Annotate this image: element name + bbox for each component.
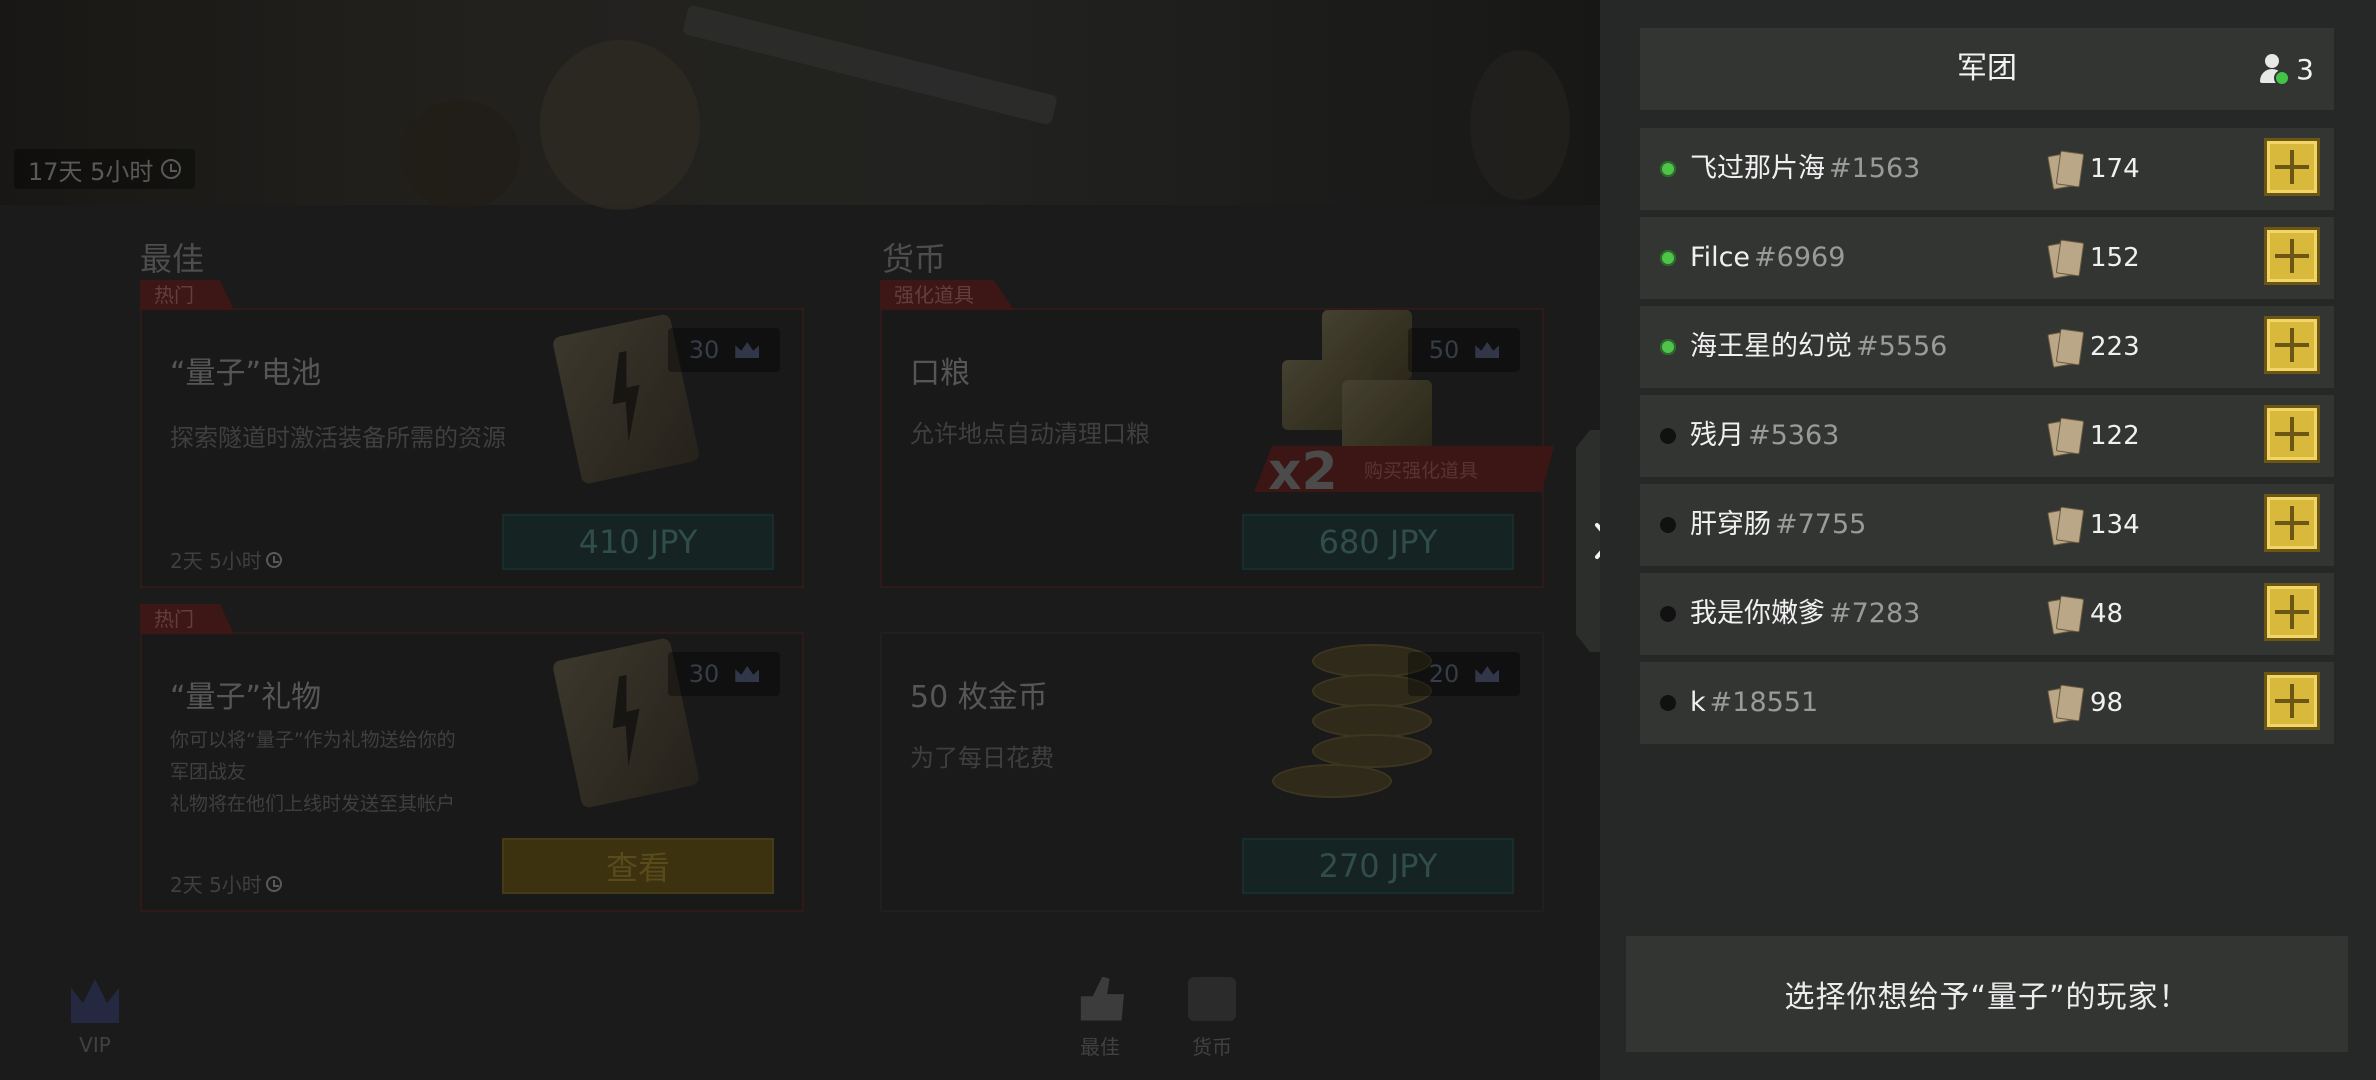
person-icon bbox=[2260, 54, 2291, 86]
player-row[interactable]: 残月 #5363 122 bbox=[1640, 395, 2334, 477]
player-name: 海王星的幻觉 #5556 bbox=[1690, 306, 1947, 388]
player-score: 174 bbox=[2090, 154, 2140, 184]
player-tag: #1563 bbox=[1829, 153, 1921, 184]
document-icon bbox=[2047, 506, 2085, 546]
player-row[interactable]: 肝穿肠 #7755 134 bbox=[1640, 484, 2334, 566]
document-icon bbox=[2047, 328, 2085, 368]
player-name: k #18551 bbox=[1690, 662, 1818, 744]
add-player-button[interactable] bbox=[2264, 583, 2320, 641]
add-player-button[interactable] bbox=[2264, 672, 2320, 730]
online-status-icon bbox=[1660, 339, 1676, 355]
player-name: 残月 #5363 bbox=[1690, 395, 1839, 477]
dim-overlay[interactable] bbox=[0, 0, 1600, 1080]
shop-background: 17天 5小时 最佳 货币 热门 “量子”电池 探索隧道时激活装备所需的资源 3… bbox=[0, 0, 1600, 1080]
legion-panel: 军团 3 飞过那片海 #1563 174 Filce #6969 152 海王星的幻觉 #55… bbox=[1600, 0, 2376, 1080]
player-row[interactable]: 飞过那片海 #1563 174 bbox=[1640, 128, 2334, 210]
player-tag: #18551 bbox=[1709, 687, 1819, 718]
online-status-icon bbox=[1660, 161, 1676, 177]
document-icon bbox=[2047, 595, 2085, 635]
player-name: Filce #6969 bbox=[1690, 217, 1845, 299]
add-player-button[interactable] bbox=[2264, 227, 2320, 285]
player-tag: #5363 bbox=[1748, 420, 1840, 451]
instruction-hint: 选择你想给予“量子”的玩家！ bbox=[1626, 936, 2348, 1052]
online-member-count: 3 bbox=[2260, 28, 2314, 110]
player-score: 152 bbox=[2090, 243, 2140, 273]
online-status-icon bbox=[1660, 250, 1676, 266]
player-row[interactable]: k #18551 98 bbox=[1640, 662, 2334, 744]
player-name: 肝穿肠 #7755 bbox=[1690, 484, 1866, 566]
player-row[interactable]: Filce #6969 152 bbox=[1640, 217, 2334, 299]
document-icon bbox=[2047, 239, 2085, 279]
player-name-text: Filce bbox=[1690, 242, 1751, 273]
player-score: 98 bbox=[2090, 688, 2124, 718]
document-icon bbox=[2047, 684, 2085, 724]
player-name-text: k bbox=[1690, 687, 1706, 718]
player-row[interactable]: 我是你嫩爹 #7283 48 bbox=[1640, 573, 2334, 655]
player-name-text: 飞过那片海 bbox=[1690, 153, 1825, 184]
player-name-text: 肝穿肠 bbox=[1690, 509, 1771, 540]
document-icon bbox=[2047, 417, 2085, 457]
add-player-button[interactable] bbox=[2264, 494, 2320, 552]
player-score: 122 bbox=[2090, 421, 2140, 451]
player-name: 飞过那片海 #1563 bbox=[1690, 128, 1920, 210]
player-name-text: 残月 bbox=[1690, 420, 1744, 451]
player-score: 223 bbox=[2090, 332, 2140, 362]
add-player-button[interactable] bbox=[2264, 316, 2320, 374]
add-player-button[interactable] bbox=[2264, 405, 2320, 463]
player-tag: #7755 bbox=[1775, 509, 1867, 540]
player-name: 我是你嫩爹 #7283 bbox=[1690, 573, 1920, 655]
player-tag: #7283 bbox=[1829, 598, 1921, 629]
offline-status-icon bbox=[1660, 428, 1676, 444]
add-player-button[interactable] bbox=[2264, 138, 2320, 196]
online-member-count-value: 3 bbox=[2296, 52, 2314, 86]
panel-title: 军团 bbox=[1957, 51, 2017, 86]
player-list: 飞过那片海 #1563 174 Filce #6969 152 海王星的幻觉 #5556 223… bbox=[1640, 128, 2334, 751]
document-icon bbox=[2047, 150, 2085, 190]
offline-status-icon bbox=[1660, 606, 1676, 622]
player-name-text: 海王星的幻觉 bbox=[1690, 331, 1852, 362]
player-tag: #6969 bbox=[1754, 242, 1846, 273]
player-name-text: 我是你嫩爹 bbox=[1690, 598, 1825, 629]
player-score: 134 bbox=[2090, 510, 2140, 540]
player-row[interactable]: 海王星的幻觉 #5556 223 bbox=[1640, 306, 2334, 388]
offline-status-icon bbox=[1660, 695, 1676, 711]
player-tag: #5556 bbox=[1856, 331, 1948, 362]
offline-status-icon bbox=[1660, 517, 1676, 533]
player-score: 48 bbox=[2090, 599, 2124, 629]
panel-header: 军团 3 bbox=[1640, 28, 2334, 110]
